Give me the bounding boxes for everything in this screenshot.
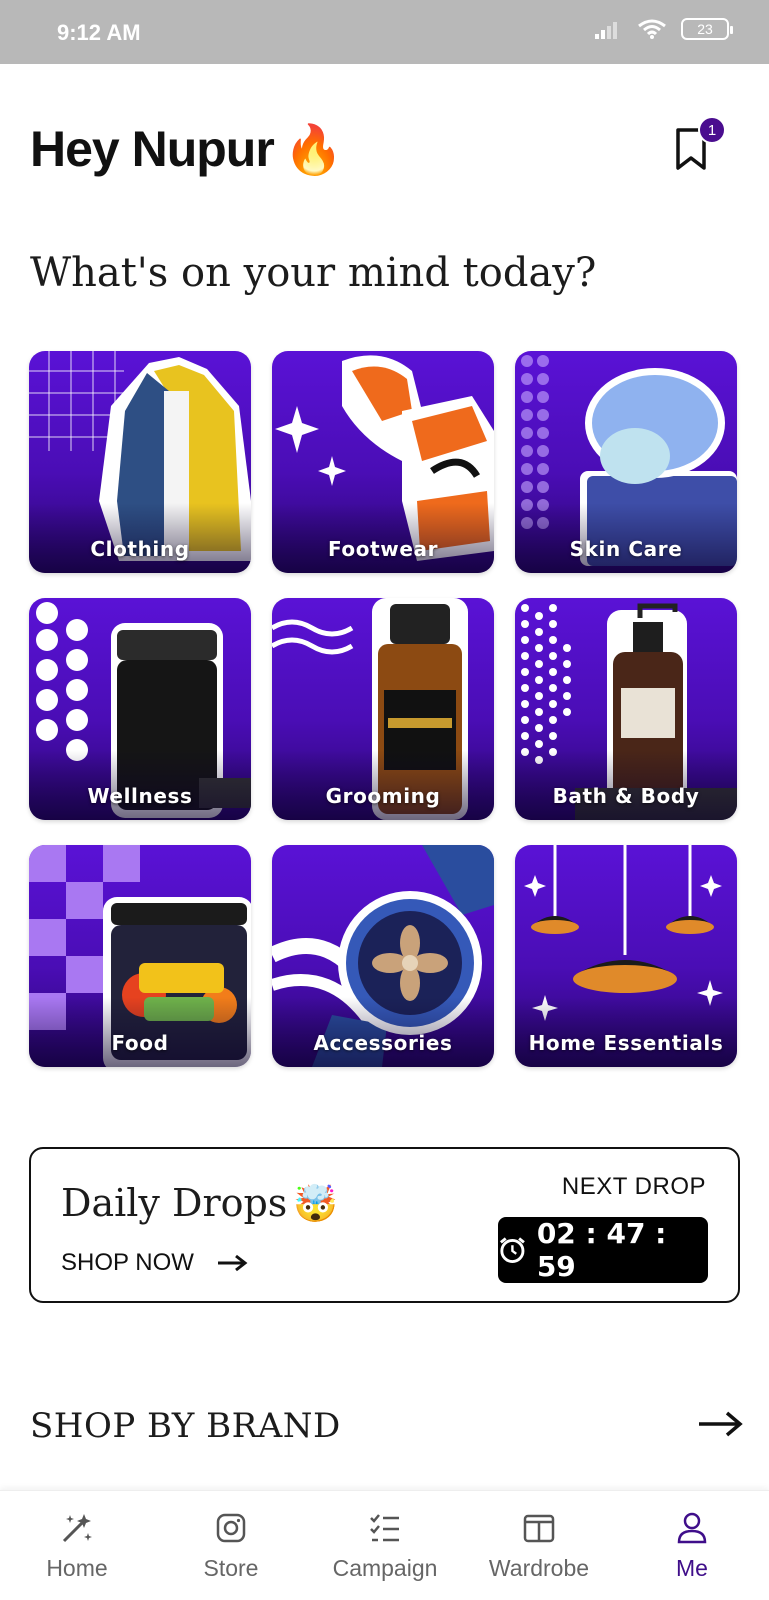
status-time: 9:12 AM [57,20,141,45]
category-tile-bath-body[interactable]: Bath & Body [515,598,737,820]
nav-home[interactable]: Home [0,1491,154,1600]
nav-label: Campaign [332,1555,438,1581]
countdown-value: 02 : 47 : 59 [536,1217,667,1283]
category-tile-home-essentials[interactable]: Home Essentials [515,845,737,1067]
category-tile-accessories[interactable]: Accessories [272,845,494,1067]
category-tile-clothing[interactable]: Clothing [29,351,251,573]
category-tile-wellness[interactable]: Wellness [29,598,251,820]
greeting: Hey Nupur 🔥 [30,120,344,178]
category-tile-skin-care[interactable]: Skin Care [515,351,737,573]
category-label: Grooming [325,784,441,808]
category-label: Skin Care [569,537,683,561]
countdown-timer: 02 : 47 : 59 [498,1217,708,1283]
battery-icon: 23 [681,18,733,40]
exploding-head-icon: 🤯 [293,1184,339,1225]
nav-label: Me [676,1555,708,1581]
daily-drops-title-text: Daily Drops [61,1181,288,1225]
wardrobe-icon [523,1514,555,1543]
category-label: Home Essentials [528,1031,724,1055]
arrow-right-icon [217,1254,248,1272]
nav-label: Wardrobe [488,1555,590,1581]
checklist-icon [370,1514,399,1542]
nav-store[interactable]: Store [154,1491,308,1600]
section-prompt: What's on your mind today? [30,250,597,296]
signal-icon [595,22,617,39]
category-label: Bath & Body [552,784,700,808]
nav-label: Store [203,1555,259,1581]
daily-drops-card[interactable]: Daily Drops 🤯 SHOP NOW NEXT DROP 02 : 47 … [29,1147,740,1303]
status-icons: 23 [593,18,733,40]
category-label: Wellness [87,784,193,808]
nav-me[interactable]: Me [615,1491,769,1600]
status-bar: 9:12 AM 23 [0,0,769,64]
battery-level: 23 [697,21,713,37]
category-label: Food [111,1031,169,1055]
user-icon [677,1512,707,1544]
shop-now-label: SHOP NOW [61,1249,194,1276]
nav-wardrobe[interactable]: Wardrobe [462,1491,616,1600]
arrow-right-icon[interactable] [697,1409,743,1439]
category-label: Footwear [327,537,439,561]
shop-now-button[interactable]: SHOP NOW [61,1249,248,1277]
alarm-clock-icon [499,1237,525,1263]
next-drop-label: NEXT DROP [561,1173,706,1200]
category-tile-grooming[interactable]: Grooming [272,598,494,820]
nav-label: Home [46,1555,108,1581]
greeting-text: Hey Nupur [30,121,275,177]
category-tile-food[interactable]: Food [29,845,251,1067]
wifi-icon [638,19,666,39]
shop-by-brand-heading: SHOP BY BRAND [30,1406,341,1446]
daily-drops-title: Daily Drops 🤯 [61,1181,338,1225]
bottom-nav: Home Store Campaign Wardrobe Me [0,1490,769,1600]
nav-campaign[interactable]: Campaign [308,1491,462,1600]
bookmark-badge: 1 [698,116,726,144]
category-grid: Clothing Footwear Skin Care Wellness Gro… [29,351,740,1067]
category-tile-footwear[interactable]: Footwear [272,351,494,573]
category-label: Clothing [90,537,190,561]
instagram-icon [216,1513,246,1543]
category-label: Accessories [313,1031,453,1055]
fire-icon: 🔥 [283,124,344,177]
magic-wand-icon [62,1514,92,1543]
